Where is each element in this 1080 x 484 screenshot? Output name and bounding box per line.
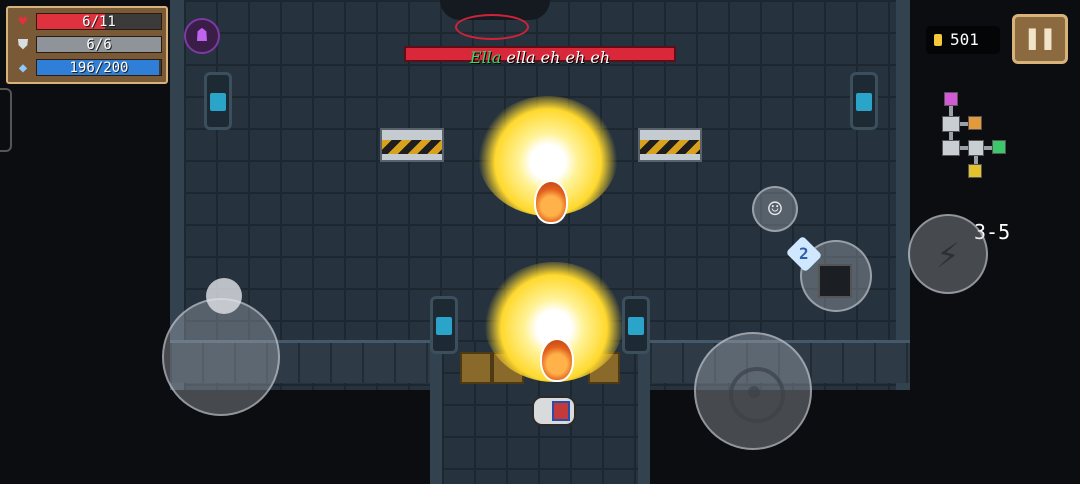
energy-crystal-icon: ◆ [18, 60, 28, 76]
hazard-barrier [380, 128, 444, 162]
armor-row: ⛊ 6/6 [14, 35, 164, 55]
minimap-room-exit [992, 140, 1006, 154]
minimap-room [942, 116, 960, 132]
minimap-link [949, 106, 953, 116]
creature-mouth [534, 180, 568, 224]
pause-icon: ❚❚ [1024, 23, 1056, 53]
minimap-room [942, 140, 960, 156]
minimap [938, 88, 1008, 180]
pause-button[interactable]: ❚❚ [1012, 14, 1068, 64]
lightning-icon: ⚡ [936, 232, 960, 276]
health-value: 6/11 [82, 14, 116, 30]
wall-pillar [850, 72, 878, 130]
minimap-link [960, 146, 968, 150]
energy-value: 196/200 [69, 60, 129, 76]
minimap-room-boss [968, 164, 982, 178]
movement-joystick[interactable] [162, 298, 280, 416]
joystick-knob[interactable] [206, 278, 242, 314]
shield-icon: ⛊ [17, 37, 29, 53]
crosshair-center [748, 386, 760, 398]
armor-value: 6/6 [86, 37, 112, 53]
minimap-room-chest [968, 116, 982, 130]
wooden-crate [460, 352, 492, 384]
boss-target-ring [455, 14, 529, 40]
hazard-barrier [638, 128, 702, 162]
wall-pillar [622, 296, 650, 354]
wall-pillar [430, 296, 458, 354]
wall-pillar [204, 72, 232, 130]
boss-name-rest: ella eh eh eh [501, 48, 611, 67]
armor-bar: 6/6 [36, 36, 162, 53]
energy-row: ◆ 196/200 [14, 58, 164, 78]
health-row: ♥ 6/11 [14, 12, 164, 32]
weapon-swap-icon [818, 264, 852, 298]
creature-mouth [540, 338, 574, 382]
heart-icon: ♥ [18, 14, 28, 30]
coin-count: 501 [950, 30, 979, 49]
cursed-helmet-icon: ☗ [184, 18, 220, 54]
player-character [532, 396, 576, 426]
minimap-link [974, 156, 978, 164]
attack-button[interactable] [694, 332, 812, 450]
minimap-link [960, 122, 968, 126]
skill-button[interactable]: ⚡ [908, 214, 988, 294]
edge-indicator [0, 88, 12, 152]
minimap-link [984, 146, 992, 150]
minimap-link [949, 132, 953, 140]
coin-counter: 501 [926, 26, 1000, 54]
boss-name: Ella ella eh eh eh [404, 48, 676, 68]
boss-name-highlight: Ella [469, 48, 502, 67]
energy-bar: 196/200 [36, 59, 162, 76]
minimap-room-current [968, 140, 984, 156]
smiley-icon: ☺ [767, 195, 783, 223]
minimap-room-portal [944, 92, 958, 106]
player-stats-panel: ♥ 6/11 ⛊ 6/6 ◆ 196/200 [6, 6, 168, 84]
emote-button[interactable]: ☺ [752, 186, 798, 232]
coin-icon [934, 34, 942, 46]
health-bar: 6/11 [36, 13, 162, 30]
weapon-energy-cost-value: 2 [799, 243, 809, 263]
